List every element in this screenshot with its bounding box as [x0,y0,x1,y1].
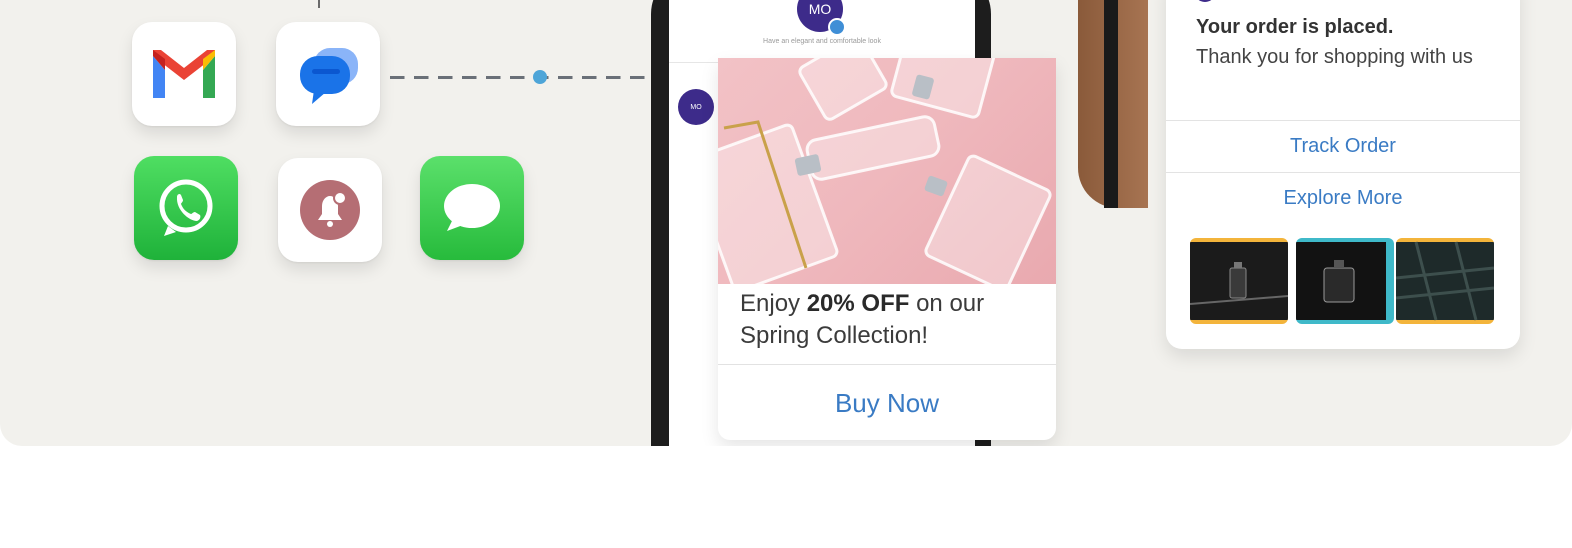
perfume-bottles-image [718,58,1056,293]
gmail-icon [132,22,236,126]
connector-line [318,0,320,8]
chat-subtitle: Have an elegant and comfortable look [763,38,881,45]
connector-dot [533,70,547,84]
buy-now-button[interactable]: Buy Now [718,364,1056,440]
explore-more-button[interactable]: Explore More [1166,172,1520,223]
promo-message-card: Enjoy 20% OFF on our Spring Collection! … [718,58,1056,440]
verified-badge-icon [828,18,846,36]
message-avatar: MO [678,89,714,125]
phone-frame-2 [1104,0,1118,208]
product-thumbnail[interactable] [1296,238,1394,324]
product-thumbnail[interactable] [1190,238,1288,324]
order-title: Your order is placed. [1196,16,1394,38]
sender-avatar-small [1194,0,1216,2]
order-confirmation-card: Your order is placed. Thank you for shop… [1166,0,1520,349]
product-thumbnail[interactable] [1396,238,1494,324]
feature-card: MO Have an elegant and comfortable look … [0,0,1572,446]
whatsapp-icon [134,156,238,260]
google-messages-icon [276,22,380,126]
notification-bell-icon [278,158,382,262]
promo-text: Enjoy 20% OFF on our Spring Collection! [740,290,985,349]
order-body: Thank you for shopping with us [1196,46,1473,68]
imessage-icon [420,156,524,260]
dashed-connector [390,76,652,80]
track-order-button[interactable]: Track Order [1166,120,1520,171]
